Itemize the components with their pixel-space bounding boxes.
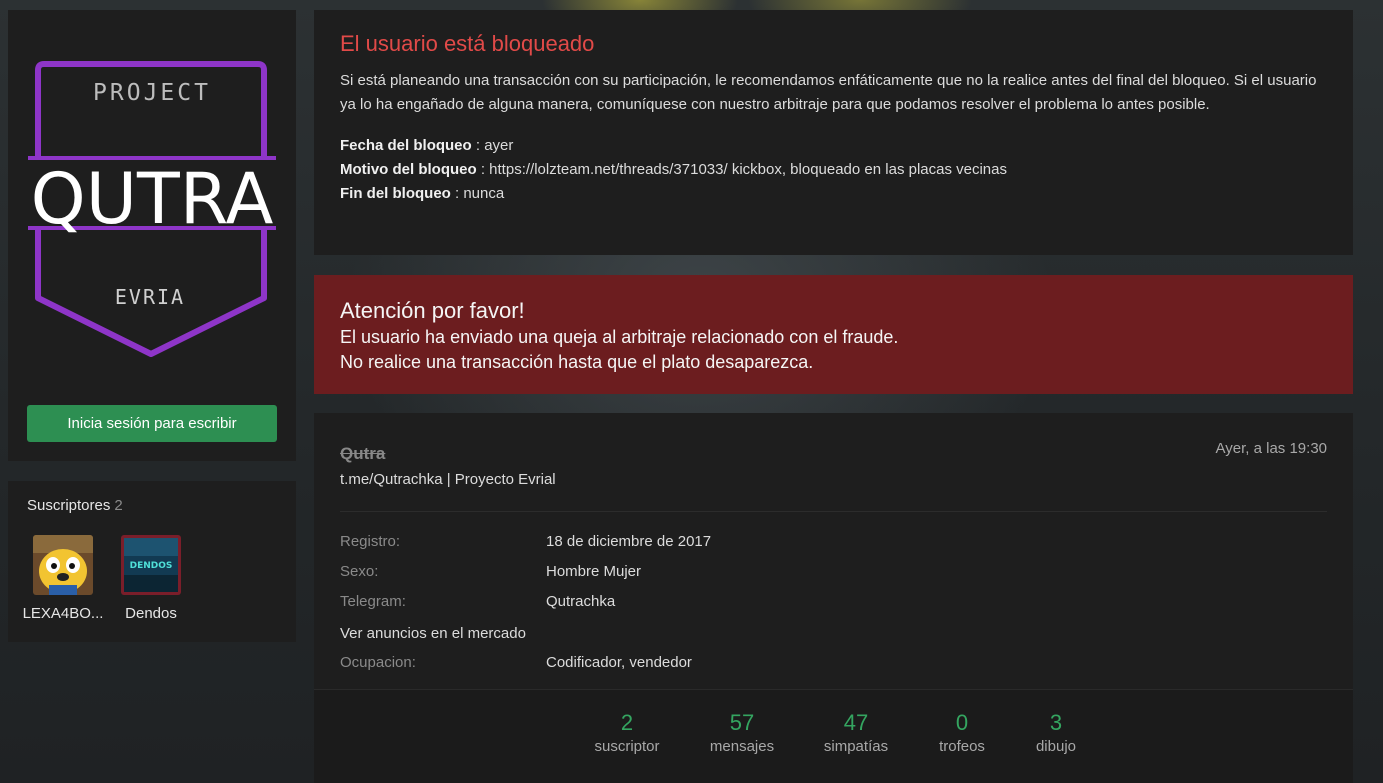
registration-label: Registro:: [340, 533, 401, 550]
stat-drawings-label: dibujo: [1035, 738, 1077, 755]
telegram-row: Telegram: Qutrachka: [340, 593, 615, 610]
warning-line-1: El usuario ha enviado una queja al arbit…: [340, 327, 899, 347]
ban-date-row: Fecha del bloqueo : ayer: [340, 137, 514, 154]
last-seen: Ayer, a las 19:30: [1215, 440, 1327, 457]
subscriber-name[interactable]: LEXA4BO...: [18, 605, 108, 622]
stat-messages-value: 57: [729, 710, 755, 735]
occupation-row: Ocupacion: Codificador, vendedor: [340, 654, 692, 671]
stat-trophies-value: 0: [955, 710, 969, 735]
subscriber-item[interactable]: DENDOS Dendos: [106, 535, 196, 622]
blocked-title: El usuario está bloqueado: [340, 31, 595, 56]
stat-likes[interactable]: 47 simpatías: [806, 710, 906, 758]
user-blocked-card: El usuario está bloqueado Si está planea…: [314, 10, 1353, 255]
gender-row: Sexo: Hombre Mujer: [340, 563, 641, 580]
cartoon-dog-avatar-icon[interactable]: [33, 535, 93, 595]
ban-reason-row: Motivo del bloqueo : https://lolzteam.ne…: [340, 161, 1007, 178]
logo-bottom-text: EVRIA: [115, 285, 185, 309]
ban-reason-label: Motivo del bloqueo: [340, 161, 477, 178]
logo-top-text: PROJECT: [93, 80, 211, 106]
stat-subscribers-label: suscriptor: [594, 738, 660, 755]
stat-likes-value: 47: [843, 710, 869, 735]
registration-row: Registro: 18 de diciembre de 2017: [340, 533, 711, 550]
telegram-label: Telegram:: [340, 593, 406, 610]
stat-trophies[interactable]: 0 trofeos: [922, 710, 1002, 758]
stat-likes-label: simpatías: [823, 738, 889, 755]
stat-drawings-value: 3: [1049, 710, 1063, 735]
profile-avatar-logo[interactable]: PROJECT QUTRA EVRIA: [26, 58, 278, 370]
market-listings-link[interactable]: Ver anuncios en el mercado: [340, 625, 526, 642]
stat-trophies-label: trofeos: [939, 738, 985, 755]
profile-stats-bar: 2 suscriptor 57 mensajes 47 simpatías 0 …: [314, 689, 1353, 783]
ban-end-value: nunca: [463, 185, 505, 202]
avatar-card: PROJECT QUTRA EVRIA Inicia sesión para e…: [8, 10, 296, 461]
ban-date-value: ayer: [484, 137, 514, 154]
stat-drawings[interactable]: 3 dibujo: [1016, 710, 1096, 758]
gender-label: Sexo:: [340, 563, 379, 580]
stat-messages[interactable]: 57 mensajes: [692, 710, 792, 758]
subscribers-title[interactable]: Suscriptores 2: [27, 497, 123, 514]
ban-end-row: Fin del bloqueo : nunca: [340, 185, 505, 202]
divider: [340, 511, 1327, 512]
username[interactable]: Qutra: [340, 444, 385, 464]
subscribers-count: 2: [114, 497, 123, 514]
subscribers-title-label: Suscriptores: [27, 497, 111, 514]
subscribers-card: Suscriptores 2 LEXA4BO... DENDOS Dendos: [8, 481, 296, 642]
stat-subscribers[interactable]: 2 suscriptor: [572, 710, 682, 758]
ban-end-label: Fin del bloqueo: [340, 185, 451, 202]
telegram-value[interactable]: Qutrachka: [546, 593, 615, 610]
dendos-avatar-icon[interactable]: DENDOS: [121, 535, 181, 595]
ban-reason-value[interactable]: https://lolzteam.net/threads/371033/ kic…: [489, 161, 1007, 178]
user-status: t.me/Qutrachka | Proyecto Evrial: [340, 471, 556, 488]
stat-messages-label: mensajes: [709, 738, 775, 755]
gender-value: Hombre Mujer: [546, 563, 642, 580]
fraud-warning-card: Atención por favor! El usuario ha enviad…: [314, 275, 1353, 394]
logo-main-text: QUTRA: [31, 158, 274, 240]
subscriber-item[interactable]: LEXA4BO...: [18, 535, 108, 622]
warning-title: Atención por favor!: [340, 298, 525, 323]
svg-text:DENDOS: DENDOS: [130, 561, 173, 571]
login-to-write-button[interactable]: Inicia sesión para escribir: [27, 405, 277, 442]
ban-date-label: Fecha del bloqueo: [340, 137, 472, 154]
stat-subscribers-value: 2: [620, 710, 634, 735]
occupation-value: Codificador, vendedor: [546, 654, 692, 671]
occupation-label: Ocupacion:: [340, 654, 416, 671]
registration-value: 18 de diciembre de 2017: [546, 533, 712, 550]
blocked-description: Si está planeando una transacción con su…: [340, 72, 1317, 113]
warning-line-2: No realice una transacción hasta que el …: [340, 352, 814, 372]
profile-info-card: Qutra t.me/Qutrachka | Proyecto Evrial A…: [314, 413, 1353, 783]
subscriber-name[interactable]: Dendos: [106, 605, 196, 622]
